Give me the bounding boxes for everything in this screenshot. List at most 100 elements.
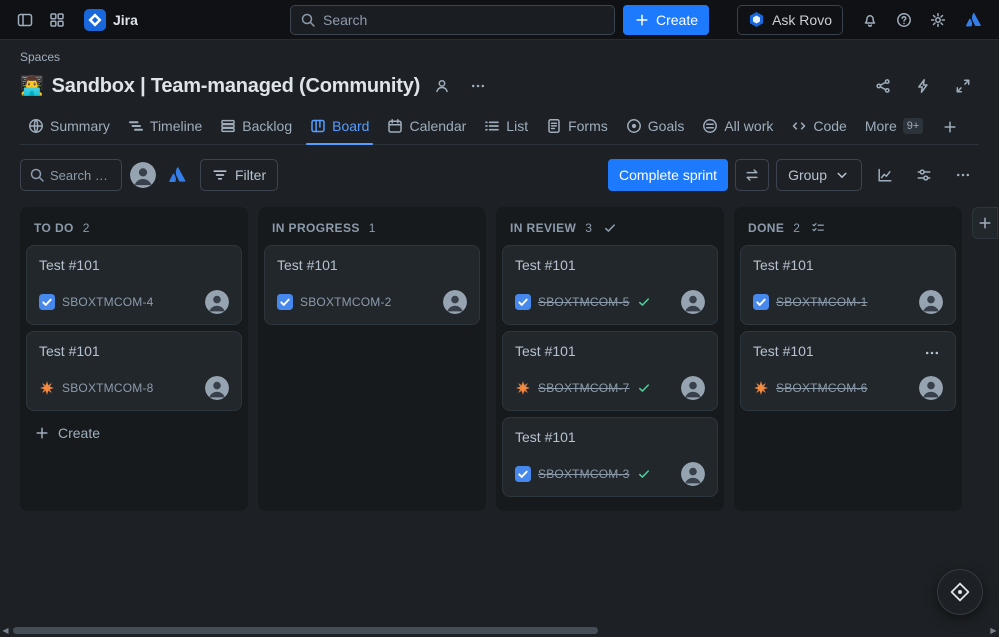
- assignee-filter-avatar[interactable]: [130, 162, 156, 189]
- atlassian-app-avatar[interactable]: [164, 161, 192, 189]
- assignee-avatar[interactable]: [681, 290, 705, 315]
- add-column-button[interactable]: [972, 207, 998, 240]
- issue-card-sboxtmcom-7[interactable]: Test #101 SBOXTMCOM-7: [502, 331, 718, 412]
- tab-forms[interactable]: Forms: [538, 110, 616, 144]
- issue-card-sboxtmcom-8[interactable]: Test #101 SBOXTMCOM-8: [26, 331, 242, 412]
- tab-all-work[interactable]: All work: [694, 110, 781, 144]
- assignee-avatar[interactable]: [681, 376, 705, 401]
- tab-backlog[interactable]: Backlog: [212, 110, 300, 144]
- issue-key: SBOXTMCOM-8: [62, 381, 154, 396]
- tab-calendar[interactable]: Calendar: [379, 110, 474, 144]
- create-button[interactable]: Create: [622, 4, 710, 35]
- issue-card-sboxtmcom-1[interactable]: Test #101 SBOXTMCOM-1: [740, 245, 956, 326]
- breadcrumb-spaces[interactable]: Spaces: [20, 50, 60, 64]
- issue-card-sboxtmcom-4[interactable]: Test #101 SBOXTMCOM-4: [26, 245, 242, 326]
- scrollbar-thumb[interactable]: [13, 627, 598, 634]
- kanban-board: TO DO 2 Test #101 SBOXTMCOM-4 Test #101 SBOXT…: [20, 207, 998, 512]
- list-icon: [484, 118, 500, 134]
- issue-key: SBOXTMCOM-4: [62, 295, 154, 310]
- issue-key: SBOXTMCOM-1: [776, 295, 868, 310]
- bell-icon: [862, 12, 878, 28]
- tab-timeline[interactable]: Timeline: [120, 110, 210, 144]
- tab-label: Backlog: [242, 118, 293, 135]
- resolved-check-icon: [637, 295, 651, 309]
- project-header: 👨‍💻 Sandbox | Team-managed (Community): [20, 70, 979, 102]
- board-column-done: DONE 2 Test #101 SBOXTMCOM-1 Test #101 SBOXTM…: [734, 207, 962, 512]
- tab-more[interactable]: More 9+: [857, 110, 931, 144]
- view-settings-button[interactable]: [908, 159, 940, 191]
- app-name: Jira: [113, 11, 138, 28]
- assignee-avatar[interactable]: [205, 376, 229, 401]
- jira-home-link[interactable]: Jira: [74, 8, 148, 31]
- rovo-chat-icon: [948, 580, 972, 604]
- tab-list[interactable]: List: [476, 110, 536, 144]
- complete-sprint-button[interactable]: Complete sprint: [608, 159, 729, 192]
- automation-button[interactable]: [907, 70, 939, 102]
- board-more-button[interactable]: [947, 159, 979, 191]
- project-emoji: 👨‍💻: [20, 75, 44, 97]
- help-button[interactable]: [889, 5, 919, 35]
- card-meta: SBOXTMCOM-7: [515, 376, 705, 401]
- board-search-input[interactable]: [50, 167, 113, 183]
- board-search[interactable]: [20, 159, 122, 192]
- column-name: DONE: [748, 221, 785, 236]
- column-header: IN REVIEW 3: [502, 213, 718, 245]
- swap-view-button[interactable]: [735, 159, 770, 192]
- more-horizontal-icon: [470, 78, 486, 94]
- issue-key: SBOXTMCOM-7: [538, 381, 630, 396]
- tab-summary[interactable]: Summary: [20, 110, 118, 144]
- group-by-dropdown[interactable]: Group: [776, 159, 862, 192]
- tab-code[interactable]: Code: [783, 110, 854, 144]
- issue-card-sboxtmcom-2[interactable]: Test #101 SBOXTMCOM-2: [264, 245, 480, 326]
- page-title: Sandbox | Team-managed (Community): [51, 74, 421, 97]
- tab-label: Code: [813, 118, 847, 135]
- assignee-avatar[interactable]: [205, 290, 229, 315]
- assignee-avatar[interactable]: [443, 290, 467, 315]
- plus-icon: [977, 215, 993, 231]
- assignee-avatar[interactable]: [919, 290, 943, 315]
- column-count: 2: [793, 221, 801, 236]
- chart-icon: [877, 167, 893, 183]
- issue-card-sboxtmcom-6[interactable]: Test #101 SBOXTMCOM-6: [740, 331, 956, 412]
- board-column-todo: TO DO 2 Test #101 SBOXTMCOM-4 Test #101 SBOXT…: [20, 207, 248, 512]
- issue-card-sboxtmcom-5[interactable]: Test #101 SBOXTMCOM-5: [502, 245, 718, 326]
- card-meta: SBOXTMCOM-4: [39, 290, 229, 315]
- card-more-button[interactable]: [917, 341, 947, 365]
- complete-sprint-label: Complete sprint: [619, 167, 718, 184]
- board-column-in-review: IN REVIEW 3 Test #101 SBOXTMCOM-5 Test #101 S…: [496, 207, 724, 512]
- app-switcher-button[interactable]: [42, 5, 72, 35]
- create-button-label: Create: [655, 11, 699, 28]
- scroll-right-arrow[interactable]: ▶: [988, 624, 999, 637]
- card-meta: SBOXTMCOM-1: [753, 290, 943, 315]
- issue-card-sboxtmcom-3[interactable]: Test #101 SBOXTMCOM-3: [502, 417, 718, 498]
- add-view-button[interactable]: [935, 111, 965, 143]
- ask-rovo-button[interactable]: Ask Rovo: [737, 4, 843, 35]
- project-more-button[interactable]: [464, 72, 492, 100]
- tab-board[interactable]: Board: [302, 110, 377, 146]
- fullscreen-button[interactable]: [947, 70, 979, 102]
- assignee-avatar[interactable]: [919, 376, 943, 401]
- settings-button[interactable]: [923, 5, 953, 35]
- global-search[interactable]: [289, 4, 615, 35]
- filter-button[interactable]: Filter: [200, 159, 279, 192]
- check-icon: [603, 221, 617, 235]
- rovo-chat-fab[interactable]: [937, 569, 983, 615]
- card-meta: SBOXTMCOM-3: [515, 462, 705, 487]
- tab-label: Timeline: [149, 118, 203, 135]
- scrollbar-track[interactable]: [11, 624, 988, 637]
- collaborators-button[interactable]: [428, 72, 456, 100]
- resolved-check-icon: [637, 467, 651, 481]
- sidebar-toggle-button[interactable]: [10, 5, 40, 35]
- column-create-button[interactable]: Create: [26, 417, 242, 449]
- share-button[interactable]: [867, 70, 899, 102]
- scroll-left-arrow[interactable]: ◀: [0, 624, 11, 637]
- notifications-button[interactable]: [855, 5, 885, 35]
- insights-button[interactable]: [869, 159, 901, 191]
- all-work-icon: [702, 118, 718, 134]
- tab-goals[interactable]: Goals: [618, 110, 693, 144]
- global-search-input[interactable]: [322, 11, 605, 28]
- column-name: IN PROGRESS: [272, 221, 360, 236]
- card-meta: SBOXTMCOM-2: [277, 290, 467, 315]
- sidebar-toggle-icon: [17, 12, 33, 28]
- assignee-avatar[interactable]: [681, 462, 705, 487]
